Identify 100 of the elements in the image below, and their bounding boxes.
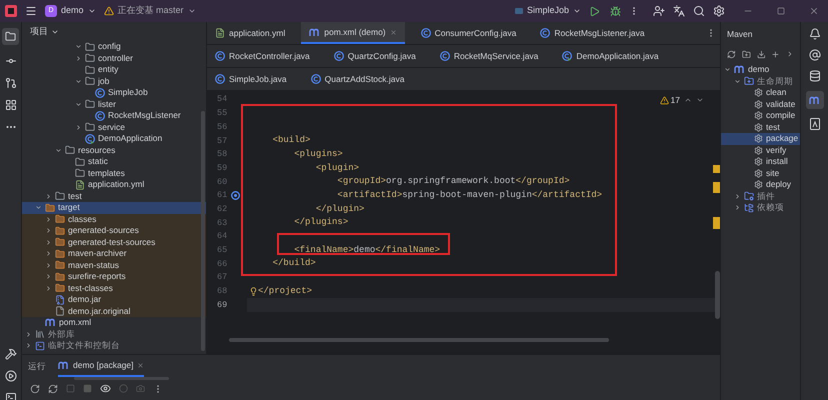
tree-item[interactable]: controller <box>22 52 206 64</box>
maven-icon <box>309 28 320 36</box>
editor-tab[interactable]: RocketMsgListener.java <box>532 22 653 44</box>
tree-item[interactable]: RocketMsgListener <box>22 110 206 122</box>
tree-item[interactable]: 依赖项 <box>721 202 800 214</box>
editor-tab[interactable]: RocketMqService.java <box>432 45 546 67</box>
tree-item[interactable]: package <box>721 133 800 144</box>
code-line: </plugins> <box>293 216 348 230</box>
tree-item[interactable]: target <box>22 202 206 214</box>
close-icon[interactable] <box>809 6 819 16</box>
scrollbar <box>715 271 720 319</box>
console-icon <box>35 340 45 351</box>
run-configuration-selector[interactable]: SimpleJob <box>514 4 581 18</box>
tree-item[interactable]: config <box>22 41 206 52</box>
editor-tab[interactable]: QuartzAddStock.java <box>302 68 412 90</box>
editor-tab[interactable]: ConsumerConfig.java <box>412 22 524 44</box>
folder-icon <box>85 53 95 64</box>
download-icon[interactable] <box>756 50 766 58</box>
config-file-icon <box>215 28 225 38</box>
debug-icon[interactable] <box>610 6 621 16</box>
search-icon[interactable] <box>693 5 705 17</box>
tree-item[interactable]: validate <box>721 98 800 110</box>
tree-item[interactable]: static <box>22 156 206 168</box>
config-file-icon <box>75 180 85 190</box>
tree-item[interactable]: clean <box>721 87 800 98</box>
maven-tool-button[interactable] <box>806 91 824 109</box>
tree-item[interactable]: service <box>22 122 206 133</box>
line-number: 65 <box>217 244 228 257</box>
tree-item[interactable]: job <box>22 76 206 87</box>
tree-item[interactable]: site <box>721 168 800 179</box>
rerun-failed-icon[interactable] <box>48 384 58 394</box>
vcs-branch-button[interactable]: 正在变基 master <box>104 4 196 18</box>
tree-item[interactable]: entity <box>22 64 206 76</box>
gear-icon <box>754 111 763 120</box>
editor-tab[interactable]: RocketController.java <box>207 45 318 67</box>
tree-item[interactable]: resources <box>22 144 206 156</box>
tree-item[interactable]: 插件 <box>721 190 800 202</box>
folder-icon <box>75 156 85 167</box>
gear-icon <box>754 168 763 178</box>
tree-item[interactable]: 外部库 <box>22 328 206 340</box>
caret-icon <box>88 7 96 15</box>
class-icon <box>215 74 225 84</box>
pull-request-icon[interactable] <box>4 77 16 89</box>
document-icon[interactable] <box>810 118 820 130</box>
configuration-icon <box>514 8 523 14</box>
editor-tab[interactable]: application.yml <box>207 22 294 44</box>
caret-icon <box>188 7 196 15</box>
tree-item[interactable]: generated-sources <box>22 225 206 236</box>
folder-icon <box>85 64 95 75</box>
tree-item[interactable]: pom.xml <box>22 317 206 328</box>
tree-item[interactable]: test <box>22 190 206 202</box>
assistant-icon[interactable] <box>808 49 820 61</box>
build-icon[interactable] <box>4 348 16 360</box>
tree-item[interactable]: verify <box>721 144 800 156</box>
tree-item[interactable]: compile <box>721 110 800 122</box>
editor-tab[interactable]: SimpleJob.java <box>207 68 295 90</box>
database-icon[interactable] <box>808 70 820 82</box>
add-folder-icon[interactable] <box>742 50 751 58</box>
tree-item[interactable]: demo.jar <box>22 294 206 306</box>
tree-item[interactable]: DemoApplication <box>22 133 206 144</box>
editor-tab[interactable]: DemoApplication.java <box>554 45 667 67</box>
settings-icon[interactable] <box>713 5 725 17</box>
folder-icon <box>55 191 65 202</box>
tree-item[interactable]: surefire-reports <box>22 271 206 282</box>
tree-item[interactable]: lister <box>22 98 206 110</box>
project-tool-button[interactable] <box>2 28 19 45</box>
warning-counter[interactable]: 17 <box>660 94 680 107</box>
tree-item[interactable]: install <box>721 156 800 168</box>
add-user-icon[interactable] <box>653 5 665 17</box>
line-number: 58 <box>217 148 228 161</box>
tree-item[interactable]: application.yml <box>22 179 206 190</box>
run-icon[interactable] <box>589 6 600 16</box>
tree-item[interactable]: maven-archiver <box>22 248 206 260</box>
tree-item[interactable]: SimpleJob <box>22 87 206 98</box>
expand-toolbar-icon[interactable] <box>786 50 794 58</box>
maven-icon <box>58 360 69 370</box>
structure-icon[interactable] <box>4 99 16 111</box>
lightbulb-icon[interactable] <box>249 286 258 296</box>
code-line: <plugins> <box>293 148 343 161</box>
rerun-icon[interactable] <box>30 384 40 394</box>
warning-stripe-mark <box>713 165 720 173</box>
notifications-icon[interactable] <box>808 28 820 40</box>
editor-tab[interactable]: QuartzConfig.java <box>326 45 424 67</box>
tree-item[interactable]: templates <box>22 168 206 179</box>
services-icon[interactable] <box>4 370 16 382</box>
line-number: 56 <box>217 120 228 134</box>
maximize-icon[interactable] <box>777 7 785 15</box>
folder-icon <box>744 76 754 86</box>
translate-icon[interactable] <box>673 5 685 17</box>
tree-item[interactable]: test <box>721 122 800 133</box>
tree-item[interactable]: 生命周期 <box>721 76 800 87</box>
eye-icon[interactable] <box>100 383 111 394</box>
gear-icon <box>754 134 763 144</box>
tree-item[interactable]: deploy <box>721 179 800 190</box>
tree-item[interactable]: demo <box>721 64 800 76</box>
tree-item[interactable]: 临时文件和控制台 <box>22 340 206 352</box>
reload-icon[interactable] <box>727 50 736 58</box>
editor-tab[interactable]: pom.xml (demo) <box>301 22 405 44</box>
menu-icon[interactable] <box>25 5 37 17</box>
add-icon[interactable] <box>771 50 780 58</box>
